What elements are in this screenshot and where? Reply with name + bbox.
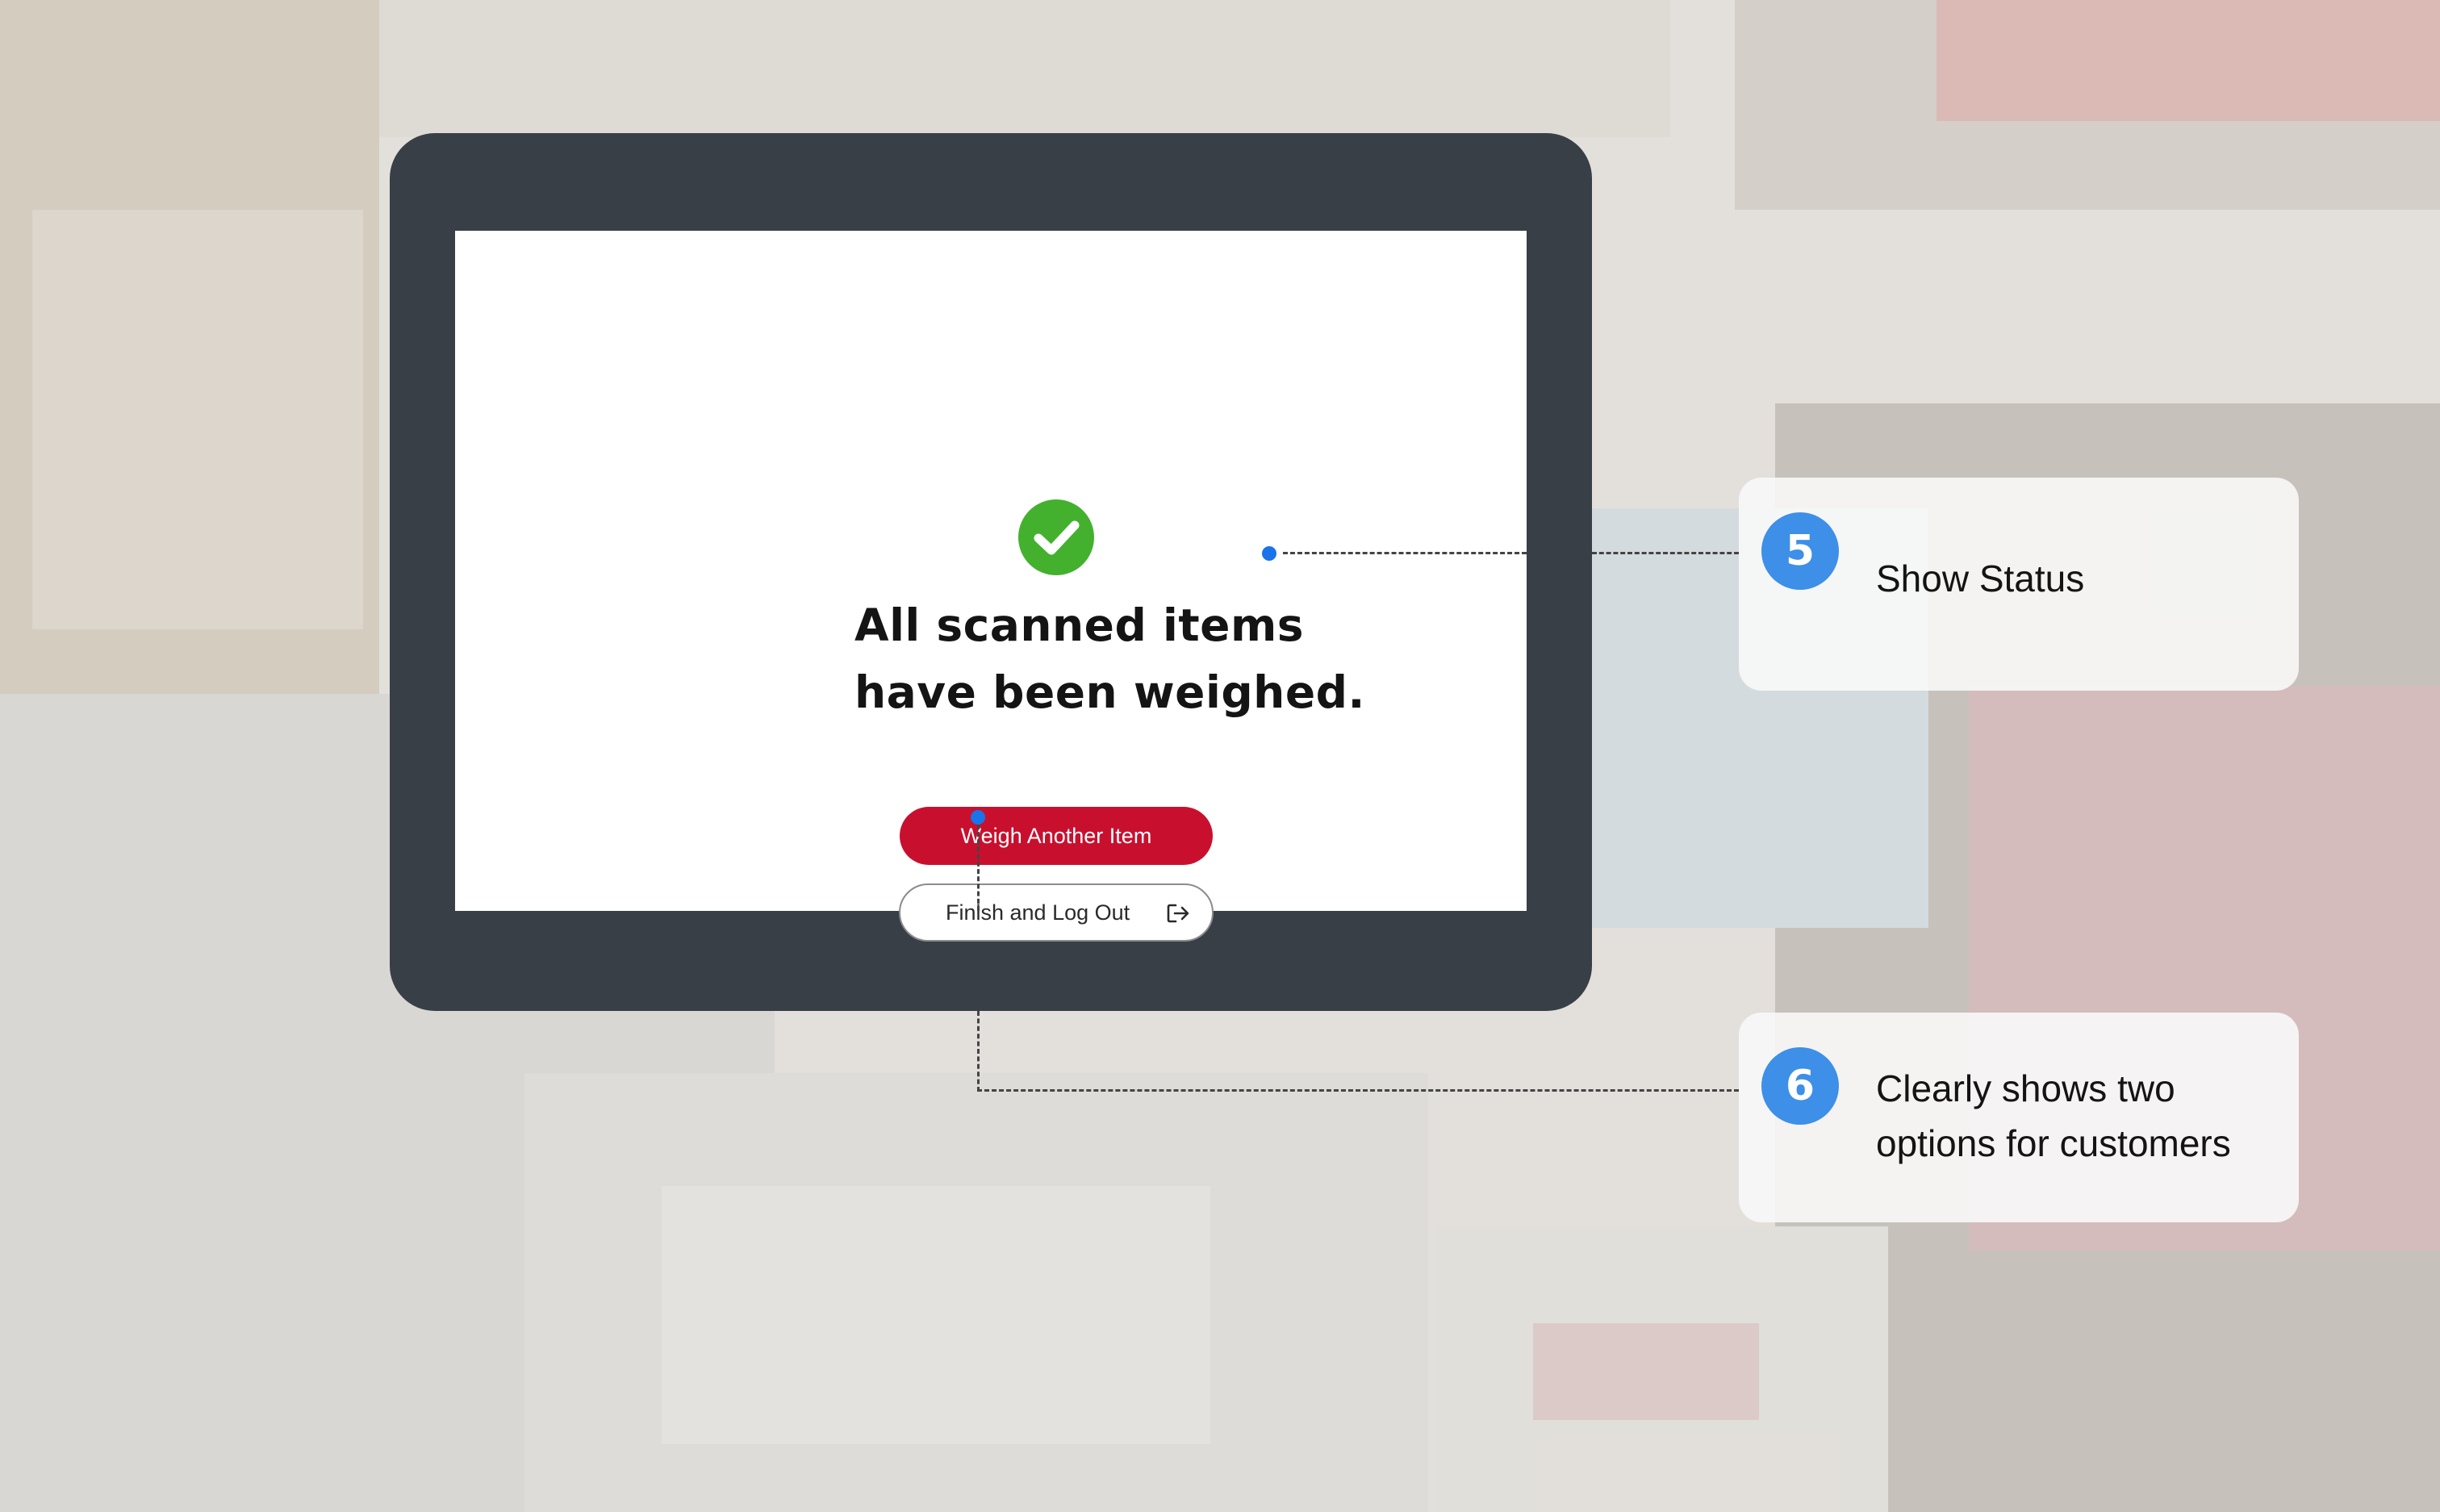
connector-dot-5 bbox=[1262, 546, 1276, 561]
annotation-text-6-line-1: Clearly shows two bbox=[1876, 1067, 2175, 1109]
kiosk-device: All scanned items have been weighed. Wei… bbox=[390, 133, 1592, 1011]
finish-and-log-out-label: Finish and Log Out bbox=[946, 900, 1130, 925]
status-message: All scanned items have been weighed. bbox=[854, 592, 1365, 726]
connector-line-6c bbox=[977, 1089, 1739, 1092]
annotation-text-6-line-2: options for customers bbox=[1876, 1122, 2231, 1164]
annotation-text-5: Show Status bbox=[1876, 551, 2084, 606]
connector-line-6b bbox=[977, 1011, 980, 1092]
check-circle-icon bbox=[1018, 499, 1094, 575]
annotation-card-5: 5 Show Status bbox=[1739, 478, 2299, 691]
status-line-1: All scanned items bbox=[854, 599, 1304, 651]
connector-line-5b bbox=[1592, 552, 1739, 554]
kiosk-screen: All scanned items have been weighed. Wei… bbox=[455, 231, 1527, 942]
status-line-2: have been weighed. bbox=[854, 666, 1365, 718]
connector-line-5 bbox=[1283, 552, 1527, 554]
annotation-text-6: Clearly shows two options for customers bbox=[1876, 1061, 2231, 1171]
annotation-badge-6: 6 bbox=[1761, 1047, 1839, 1125]
finish-and-log-out-button[interactable]: Finish and Log Out bbox=[899, 883, 1214, 942]
annotation-text-5-line-1: Show Status bbox=[1876, 558, 2085, 599]
annotation-card-6: 6 Clearly shows two options for customer… bbox=[1739, 1013, 2299, 1222]
connector-line-6a bbox=[977, 825, 980, 911]
connector-dot-6 bbox=[971, 810, 985, 825]
annotation-badge-5: 5 bbox=[1761, 512, 1839, 590]
logout-icon bbox=[1167, 903, 1191, 929]
weigh-another-item-label: Weigh Another Item bbox=[960, 823, 1152, 848]
weigh-another-item-button[interactable]: Weigh Another Item bbox=[900, 807, 1213, 865]
